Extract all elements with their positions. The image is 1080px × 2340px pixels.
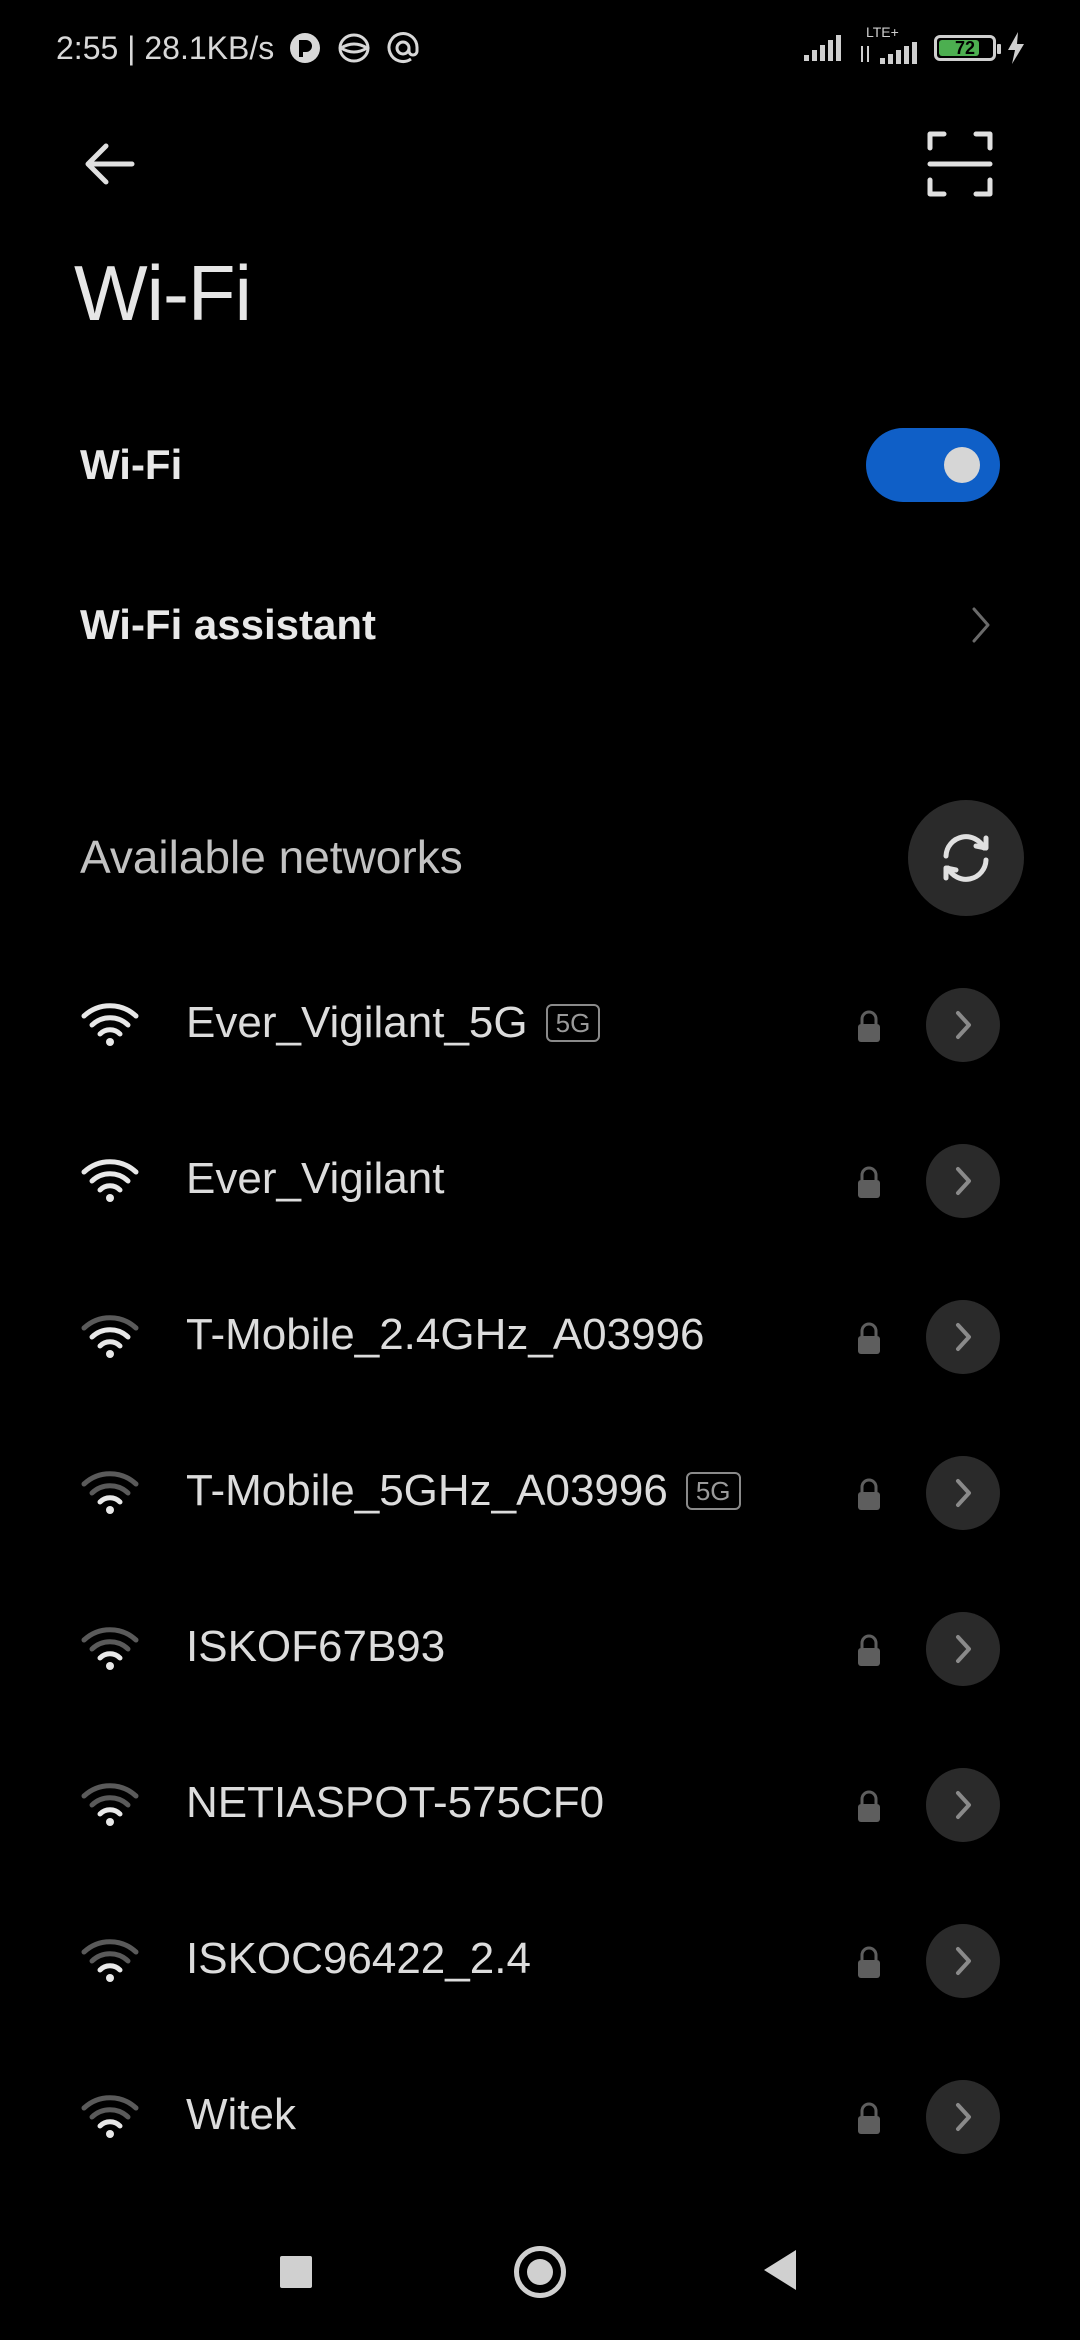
lock-icon — [858, 1322, 880, 1354]
network-row[interactable]: ISKOF67B93 — [0, 1572, 1080, 1728]
chevron-right-icon — [956, 1011, 971, 1039]
network-ssid-container: Witek — [186, 2090, 296, 2140]
chevron-right-icon — [956, 1323, 971, 1351]
network-details-button[interactable] — [926, 1924, 1000, 1998]
network-ssid-container: T-Mobile_2.4GHz_A03996 — [186, 1310, 705, 1360]
lock-icon — [858, 1166, 880, 1198]
network-ssid-container: Ever_Vigilant — [186, 1154, 444, 1204]
back-button[interactable] — [76, 128, 148, 200]
network-ssid: Ever_Vigilant — [186, 1154, 445, 1203]
network-details-button[interactable] — [926, 1612, 1000, 1686]
network-details-button[interactable] — [926, 2080, 1000, 2154]
globe-notification-icon — [338, 33, 371, 63]
band-5g-badge: 5G — [685, 1472, 741, 1510]
lock-icon — [858, 1634, 880, 1666]
page-title: Wi-Fi — [74, 249, 252, 337]
network-ssid: T-Mobile_5GHz_A03996 — [186, 1466, 668, 1515]
wifi-signal-icon — [81, 1471, 139, 1514]
status-bar: 2:55 | 28.1KB/s LTE+ 72 — [0, 0, 1080, 96]
chevron-right-icon — [972, 607, 990, 643]
status-time-speed: 2:55 | 28.1KB/s — [56, 29, 275, 66]
recents-button[interactable] — [280, 2256, 312, 2288]
network-ssid: ISKOF67B93 — [186, 1622, 446, 1671]
scan-qr-button[interactable] — [924, 128, 996, 200]
app-notification-icon — [290, 33, 321, 63]
network-row[interactable]: Ever_Vigilant_5G 5G — [0, 948, 1080, 1104]
wifi-toggle-switch[interactable] — [866, 428, 1000, 502]
at-notification-icon — [387, 32, 419, 63]
lte-signal-icon — [861, 42, 917, 64]
network-ssid: Ever_Vigilant_5G — [186, 998, 528, 1047]
network-ssid-container: T-Mobile_5GHz_A03996 5G — [186, 1466, 741, 1516]
lock-icon — [858, 1010, 880, 1042]
chevron-right-icon — [956, 1791, 971, 1819]
network-row[interactable]: Ever_Vigilant — [0, 1104, 1080, 1260]
network-ssid: ISKOC96422_2.4 — [186, 1934, 531, 1983]
wifi-signal-icon — [81, 1315, 139, 1358]
wifi-signal-icon — [81, 1627, 139, 1670]
chevron-right-icon — [956, 1167, 971, 1195]
available-networks-header: Available networks — [80, 831, 463, 883]
network-type-label: LTE+ — [866, 24, 899, 40]
network-row[interactable]: NETIASPOT-575CF0 — [0, 1728, 1080, 1884]
network-row[interactable]: T-Mobile_2.4GHz_A03996 — [0, 1260, 1080, 1416]
arrow-left-icon — [85, 143, 135, 185]
chevron-right-icon — [956, 1947, 971, 1975]
top-app-bar — [0, 120, 1080, 200]
refresh-icon — [943, 834, 989, 882]
refresh-button[interactable] — [908, 800, 1024, 916]
network-row[interactable]: Witek — [0, 2040, 1080, 2196]
network-ssid: Witek — [186, 2090, 296, 2139]
band-5g-badge: 5G — [545, 1004, 601, 1042]
lte-signal: LTE+ — [858, 24, 924, 68]
wifi-signal-icon — [81, 1939, 139, 1982]
network-details-button[interactable] — [926, 1768, 1000, 1842]
lock-icon — [858, 2102, 880, 2134]
network-ssid-container: ISKOF67B93 — [186, 1622, 445, 1672]
wifi-assistant-row[interactable]: Wi-Fi assistant — [0, 575, 1080, 675]
home-button[interactable] — [514, 2246, 566, 2298]
network-row[interactable]: T-Mobile_5GHz_A03996 5G — [0, 1416, 1080, 1572]
chevron-right-icon — [956, 1479, 971, 1507]
network-details-button[interactable] — [926, 1144, 1000, 1218]
toggle-knob — [944, 447, 980, 483]
status-right: LTE+ 72 — [802, 24, 1026, 68]
battery-level: 72 — [954, 37, 976, 58]
wifi-toggle-row[interactable]: Wi-Fi — [0, 415, 1080, 515]
wifi-signal-icon — [81, 1159, 139, 1202]
wifi-signal-icon — [81, 2095, 139, 2138]
wifi-signal-icon — [81, 1003, 139, 1046]
network-ssid-container: Ever_Vigilant_5G 5G — [186, 998, 601, 1048]
wifi-signal-icon — [81, 1783, 139, 1826]
wifi-toggle-label: Wi-Fi — [80, 441, 183, 488]
signal-strength-icon — [804, 35, 841, 61]
wifi-assistant-label: Wi-Fi assistant — [80, 601, 377, 648]
lock-icon — [858, 1478, 880, 1510]
chevron-right-icon — [956, 1635, 971, 1663]
network-details-button[interactable] — [926, 1300, 1000, 1374]
lock-icon — [858, 1946, 880, 1978]
network-details-button[interactable] — [926, 1456, 1000, 1530]
system-nav-bar — [0, 2220, 1080, 2330]
nav-back-button[interactable] — [764, 2250, 796, 2290]
network-ssid: NETIASPOT-575CF0 — [186, 1778, 605, 1827]
chevron-right-icon — [956, 2103, 971, 2131]
network-details-button[interactable] — [926, 988, 1000, 1062]
network-ssid-container: ISKOC96422_2.4 — [186, 1934, 531, 1984]
lock-icon — [858, 1790, 880, 1822]
status-left: 2:55 | 28.1KB/s — [56, 30, 420, 67]
network-ssid-container: NETIASPOT-575CF0 — [186, 1778, 604, 1828]
network-row[interactable]: ISKOC96422_2.4 — [0, 1884, 1080, 2040]
battery-icon: 72 — [934, 35, 1001, 61]
network-ssid: T-Mobile_2.4GHz_A03996 — [186, 1310, 705, 1359]
charging-bolt-icon — [1008, 32, 1024, 64]
scan-frame-icon — [927, 131, 993, 197]
